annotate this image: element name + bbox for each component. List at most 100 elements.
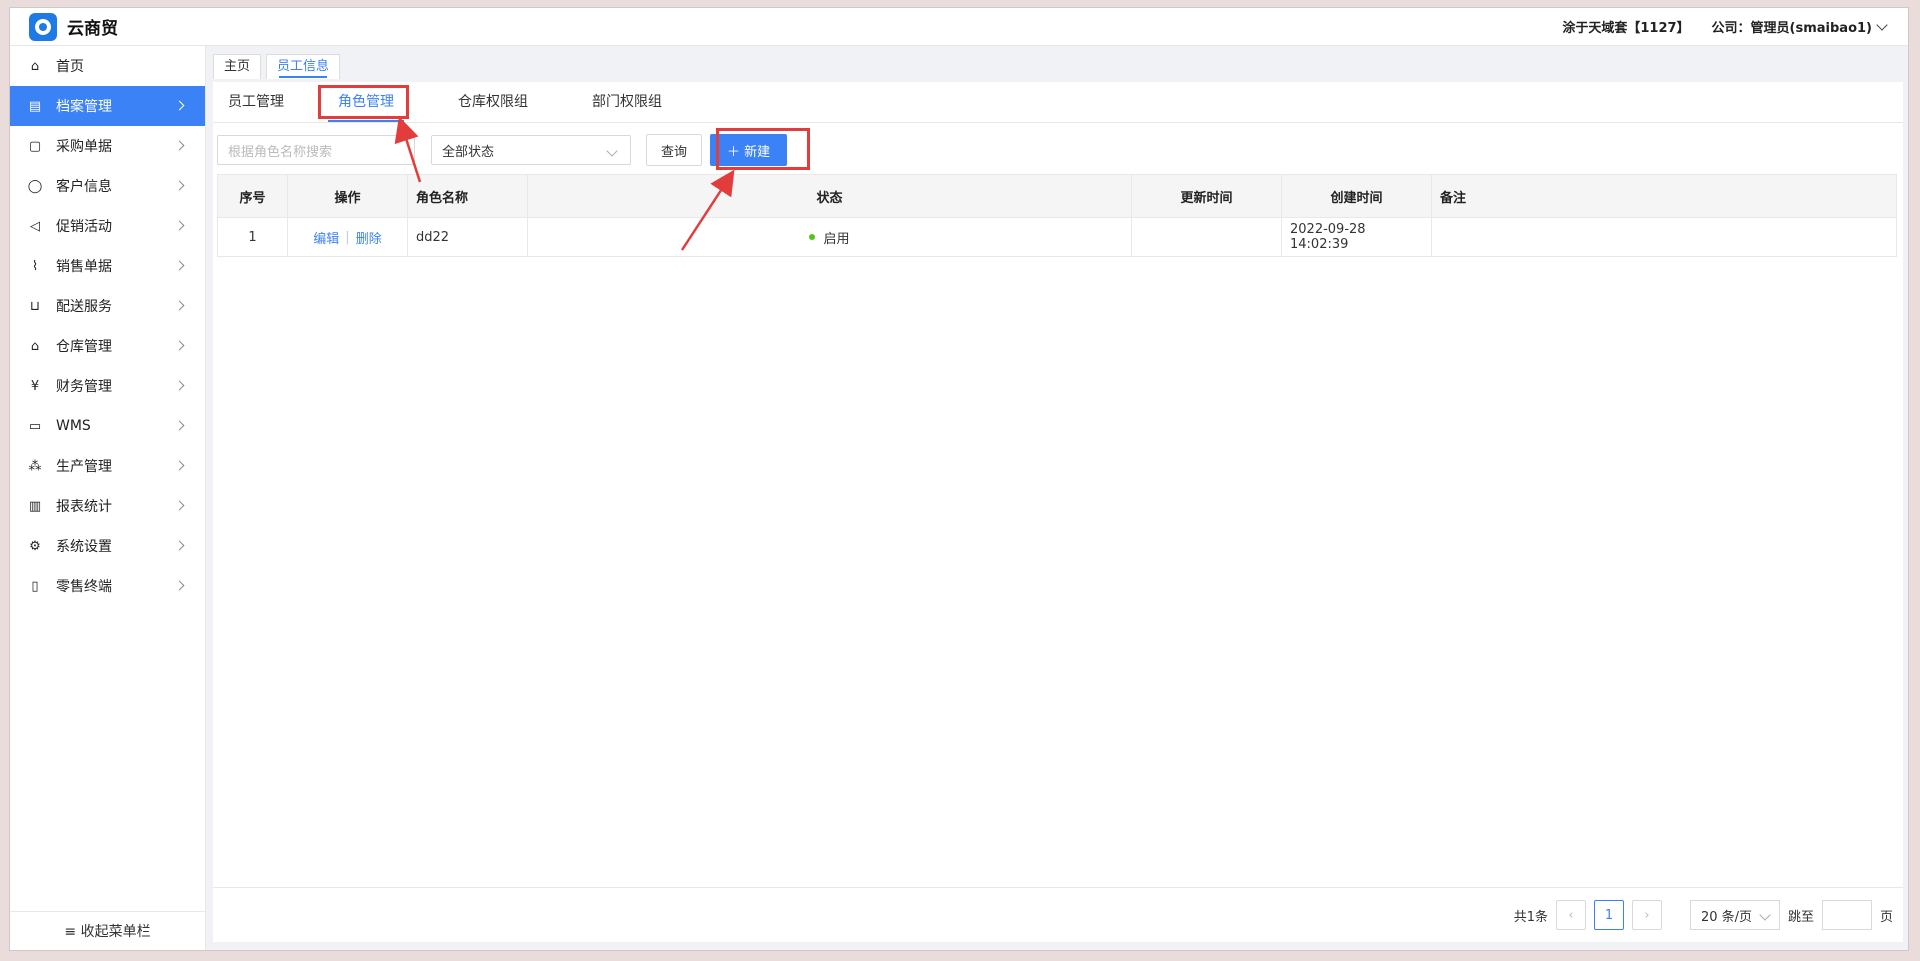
sidebar-item-label: 客户信息	[56, 179, 112, 195]
chevron-down-icon	[1759, 909, 1771, 921]
page-size-value: 20 条/页	[1700, 909, 1753, 925]
roles-table: 序号 操作 角色名称 状态 更新时间 创建时间 备注 1 编辑 | 删除 dd2…	[217, 174, 1897, 257]
sidebar-item-purchase[interactable]: ▢ 采购单据	[10, 126, 205, 166]
sidebar-item-customer[interactable]: ◯ 客户信息	[10, 166, 205, 206]
sidebar-item-label: 报表统计	[56, 499, 112, 515]
finance-icon: ¥	[30, 378, 40, 394]
column-header: 操作	[288, 175, 408, 217]
chevron-down-icon	[606, 145, 618, 157]
status-dot-icon	[809, 234, 816, 240]
megaphone-icon: ◁	[30, 218, 40, 234]
chevron-right-icon	[174, 260, 185, 271]
tab-department-permission[interactable]: 部门权限组	[582, 82, 672, 122]
search-input[interactable]: 根据角色名称搜索	[217, 135, 415, 165]
sidebar-item-promotion[interactable]: ◁ 促销活动	[10, 206, 205, 246]
sidebar-item-warehouse[interactable]: ⌂ 仓库管理	[10, 326, 205, 366]
column-header: 角色名称	[408, 175, 528, 217]
chevron-down-icon	[1876, 19, 1888, 31]
status-select-value: 全部状态	[442, 144, 495, 160]
prev-page-button[interactable]: ‹	[1555, 900, 1586, 930]
sidebar-item-label: 采购单据	[56, 139, 112, 155]
sidebar-item-retail[interactable]: ▯ 零售终端	[10, 566, 205, 606]
company-info: 涂于天域套【1127】	[1562, 21, 1690, 36]
chevron-right-icon	[174, 420, 185, 431]
page-tabs: 主页 员工信息	[213, 54, 341, 79]
production-icon: ⁂	[28, 458, 42, 474]
user-menu[interactable]: 公司：管理员(smaibao1)	[1712, 17, 1888, 36]
app-title: 云商贸	[67, 19, 118, 39]
chevron-right-icon	[174, 220, 185, 231]
table-header: 序号 操作 角色名称 状态 更新时间 创建时间 备注	[218, 175, 1896, 217]
column-header: 序号	[218, 175, 288, 217]
sidebar-item-wms[interactable]: ▭ WMS	[10, 406, 205, 446]
page-size-select[interactable]: 20 条/页	[1689, 900, 1780, 930]
total-count: 共1条	[1513, 909, 1548, 925]
chevron-right-icon	[174, 460, 185, 471]
new-button[interactable]: ＋ 新建	[710, 134, 788, 166]
role-status: 启用	[528, 218, 1132, 256]
chevron-right-icon	[174, 340, 185, 351]
chart-line-icon: ⌇	[31, 258, 39, 274]
column-header: 创建时间	[1282, 175, 1432, 217]
sidebar-item-settings[interactable]: ⚙ 系统设置	[10, 526, 205, 566]
gear-icon: ⚙	[29, 538, 41, 554]
sidebar-item-label: 销售单据	[56, 259, 112, 275]
jump-page-input[interactable]	[1821, 900, 1872, 930]
edit-link[interactable]: 编辑	[313, 228, 339, 247]
status-text: 启用	[823, 231, 850, 247]
truck-icon: ▭	[28, 418, 42, 434]
chevron-right-icon	[174, 380, 185, 391]
sidebar-item-home[interactable]: ⌂ 首页	[10, 46, 205, 86]
action-divider: |	[345, 229, 350, 245]
tab-role-management[interactable]: 角色管理	[328, 82, 404, 122]
sidebar-item-label: 财务管理	[56, 379, 112, 395]
tab-home[interactable]: 主页	[213, 54, 262, 79]
page-unit-label: 页	[1879, 909, 1893, 925]
created-time: 2022-09-28 14:02:39	[1282, 218, 1432, 256]
cart-icon: ⊔	[29, 298, 41, 314]
jump-label: 跳至	[1787, 909, 1814, 925]
warehouse-icon: ⌂	[30, 338, 40, 354]
tab-employee-info[interactable]: 员工信息	[266, 54, 341, 79]
sidebar-item-delivery[interactable]: ⊔ 配送服务	[10, 286, 205, 326]
sidebar-item-finance[interactable]: ¥ 财务管理	[10, 366, 205, 406]
query-button[interactable]: 查询	[646, 134, 703, 166]
tab-warehouse-permission[interactable]: 仓库权限组	[448, 82, 538, 122]
column-header: 更新时间	[1132, 175, 1282, 217]
sidebar-item-sales[interactable]: ⌇ 销售单据	[10, 246, 205, 286]
sidebar-item-archive[interactable]: ▤ 档案管理	[10, 86, 205, 126]
chevron-right-icon	[174, 540, 185, 551]
column-header: 备注	[1440, 190, 1467, 206]
collapse-menu-button[interactable]: ≡ 收起菜单栏	[10, 911, 205, 950]
sidebar-item-label: 首页	[56, 59, 84, 75]
chevron-right-icon	[174, 300, 185, 311]
delete-link[interactable]: 删除	[356, 228, 382, 247]
sidebar-item-reports[interactable]: ▥ 报表统计	[10, 486, 205, 526]
row-actions: 编辑 | 删除	[288, 218, 408, 256]
sidebar: ⌂ 首页 ▤ 档案管理 ▢ 采购单据 ◯ 客户信息 ◁ 促销活动 ⌇ 销售单据	[10, 46, 206, 950]
updated-time	[1132, 218, 1282, 256]
user-icon: ◯	[27, 178, 43, 194]
chevron-right-icon	[174, 140, 185, 151]
logo-icon	[29, 12, 57, 41]
page-button[interactable]: 1	[1593, 900, 1624, 930]
chevron-right-icon	[174, 180, 185, 191]
status-select[interactable]: 全部状态	[431, 135, 631, 165]
sidebar-item-production[interactable]: ⁂ 生产管理	[10, 446, 205, 486]
row-index: 1	[218, 218, 288, 256]
home-icon: ⌂	[30, 58, 40, 74]
sub-tabs: 员工管理 角色管理 仓库权限组 部门权限组	[213, 82, 1903, 123]
main-content: 员工管理 角色管理 仓库权限组 部门权限组 根据角色名称搜索 全部状态 查询 ＋…	[213, 82, 1903, 942]
sidebar-item-label: 档案管理	[56, 99, 112, 115]
sidebar-item-label: 仓库管理	[56, 339, 112, 355]
column-header: 状态	[528, 175, 1132, 217]
toolbar: 根据角色名称搜索 全部状态 查询 ＋ 新建	[217, 134, 788, 166]
header-right: 涂于天域套【1127】 公司：管理员(smaibao1)	[1562, 17, 1888, 36]
app-window: 云商贸 涂于天域套【1127】 公司：管理员(smaibao1) ⌂ 首页 ▤ …	[9, 7, 1909, 951]
top-header: 云商贸 涂于天域套【1127】 公司：管理员(smaibao1)	[10, 8, 1908, 46]
tab-employee-management[interactable]: 员工管理	[228, 82, 294, 122]
sidebar-item-label: 零售终端	[56, 579, 112, 595]
sidebar-item-label: 促销活动	[56, 219, 112, 235]
next-page-button[interactable]: ›	[1631, 900, 1662, 930]
pagination: 共1条 ‹ 1 › 20 条/页 跳至 页	[213, 887, 1903, 942]
